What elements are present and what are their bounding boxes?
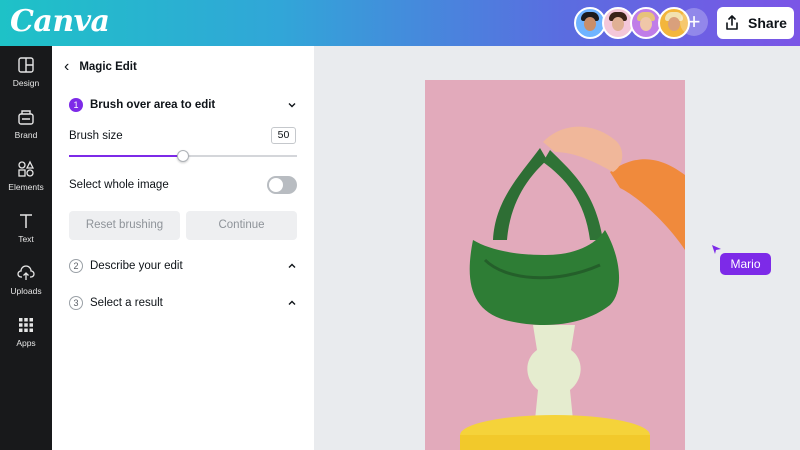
brush-size-label: Brush size bbox=[69, 130, 123, 142]
reset-brushing-button[interactable]: Reset brushing bbox=[69, 211, 180, 240]
rail-label: Elements bbox=[8, 182, 44, 192]
text-icon bbox=[20, 214, 32, 228]
collaborator-name-tag: Mario bbox=[720, 253, 771, 275]
design-page[interactable] bbox=[425, 80, 685, 450]
side-rail: Design Brand Elements Text Uploads Apps bbox=[0, 46, 52, 450]
pedestal bbox=[527, 325, 581, 420]
rail-label: Uploads bbox=[10, 286, 42, 296]
chevron-up-icon bbox=[288, 300, 296, 305]
share-button[interactable]: Share bbox=[717, 7, 794, 39]
share-label: Share bbox=[748, 15, 787, 31]
chevron-up-icon bbox=[288, 263, 296, 268]
rail-item-text[interactable]: Text bbox=[0, 212, 52, 258]
rail-item-brand[interactable]: Brand bbox=[0, 108, 52, 154]
orange-sleeve bbox=[610, 159, 685, 250]
step-3-header[interactable]: 3 Select a result bbox=[69, 293, 297, 313]
select-whole-image-toggle[interactable] bbox=[267, 176, 297, 194]
avatar-face bbox=[640, 17, 652, 31]
step-number: 1 bbox=[69, 98, 83, 112]
panel-title: Magic Edit bbox=[79, 61, 137, 73]
step-1-header[interactable]: 1 Brush over area to edit bbox=[69, 95, 297, 115]
slider-thumb[interactable] bbox=[177, 150, 189, 162]
design-icon bbox=[18, 57, 34, 73]
rail-label: Text bbox=[18, 234, 34, 244]
rail-item-elements[interactable]: Elements bbox=[0, 160, 52, 206]
brush-size-slider[interactable] bbox=[69, 150, 297, 162]
toggle-knob bbox=[269, 178, 283, 192]
rail-item-design[interactable]: Design bbox=[0, 56, 52, 102]
slider-fill bbox=[69, 155, 183, 157]
avatar-face bbox=[668, 17, 680, 31]
avatar-face bbox=[612, 17, 624, 31]
rail-item-apps[interactable]: Apps bbox=[0, 316, 52, 362]
step-label: Brush over area to edit bbox=[90, 99, 216, 111]
step-label: Describe your edit bbox=[90, 260, 183, 272]
uploads-icon bbox=[17, 265, 35, 280]
step-label: Select a result bbox=[90, 297, 163, 309]
bag-handle bbox=[543, 150, 603, 240]
step-number: 3 bbox=[69, 296, 83, 310]
collaborator-avatars[interactable] bbox=[574, 7, 690, 39]
rail-label: Apps bbox=[16, 338, 36, 348]
rail-item-uploads[interactable]: Uploads bbox=[0, 264, 52, 310]
share-icon bbox=[726, 15, 738, 30]
brand-icon bbox=[18, 110, 34, 125]
rail-label: Design bbox=[12, 78, 40, 88]
add-collaborator-button[interactable]: + bbox=[680, 8, 708, 36]
back-button[interactable]: ‹ Magic Edit bbox=[64, 58, 137, 76]
select-whole-image-label: Select whole image bbox=[69, 179, 169, 191]
chevron-left-icon: ‹ bbox=[64, 58, 70, 75]
magic-edit-panel: ‹ Magic Edit 1 Brush over area to edit B… bbox=[52, 46, 314, 450]
apps-icon bbox=[19, 318, 33, 332]
canva-logo[interactable]: Canva bbox=[10, 4, 110, 39]
elements-icon bbox=[18, 160, 35, 177]
avatar-face bbox=[584, 17, 596, 31]
top-bar: Canva + Share bbox=[0, 0, 800, 46]
brush-size-input[interactable]: 50 bbox=[271, 127, 296, 144]
step-number: 2 bbox=[69, 259, 83, 273]
rail-label: Brand bbox=[14, 130, 38, 140]
bag-handle bbox=[493, 148, 547, 240]
chevron-down-icon bbox=[288, 103, 296, 108]
step-2-header[interactable]: 2 Describe your edit bbox=[69, 256, 297, 276]
handbag-photo bbox=[460, 126, 685, 450]
continue-button[interactable]: Continue bbox=[186, 211, 297, 240]
